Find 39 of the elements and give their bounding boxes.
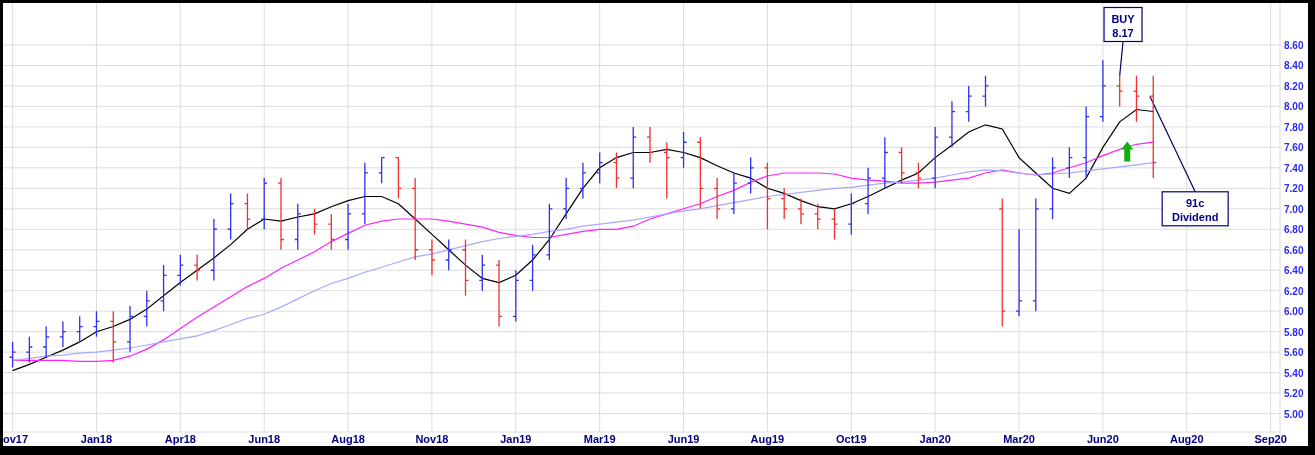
axis-label: Jun20 xyxy=(1087,433,1119,445)
axis-label: 5.60 xyxy=(1284,347,1304,359)
axis-label: Jun18 xyxy=(248,433,281,445)
axis-label: 8.40 xyxy=(1284,60,1304,72)
axis-label: 5.20 xyxy=(1284,388,1304,400)
axis-label: Mar20 xyxy=(1003,433,1035,445)
axis-label: 6.60 xyxy=(1284,244,1304,256)
annotation: BUY 8.17 xyxy=(1111,12,1136,39)
axis-label: Aug20 xyxy=(1169,433,1204,445)
axis-label: 6.80 xyxy=(1284,224,1304,236)
axis-label: Oct19 xyxy=(836,433,867,445)
axis-label: 7.80 xyxy=(1284,121,1304,133)
axis-label: Nov18 xyxy=(415,433,449,445)
axis-label: 6.00 xyxy=(1284,306,1304,318)
axis-label: Jan18 xyxy=(80,433,113,445)
axis-label: 6.40 xyxy=(1284,265,1304,277)
axis-label: 7.20 xyxy=(1284,183,1304,195)
axis-label: ov17 xyxy=(3,433,29,445)
axis-label: 5.80 xyxy=(1284,326,1304,338)
axis-label: 7.60 xyxy=(1284,142,1304,154)
axis-label: 6.20 xyxy=(1284,285,1304,297)
axis-label: 8.20 xyxy=(1284,80,1304,92)
axis-label: Mar19 xyxy=(583,433,616,445)
axis-label: Aug18 xyxy=(331,433,365,445)
callout: BUY 8.17 xyxy=(1103,6,1143,43)
axis-label: 5.40 xyxy=(1284,367,1304,379)
axis-label: Jun19 xyxy=(667,433,700,445)
axis-label: 8.60 xyxy=(1284,40,1304,51)
axis-label: 5.00 xyxy=(1284,408,1304,420)
axis-label: Sep20 xyxy=(1254,433,1287,445)
axis-label: 7.00 xyxy=(1284,203,1304,215)
axis-label: Jan20 xyxy=(919,433,951,445)
axis-label: Jan19 xyxy=(500,433,532,445)
axis-label: 8.00 xyxy=(1284,101,1304,113)
axis-label: 7.40 xyxy=(1284,162,1304,174)
callout: 91c Dividend xyxy=(1161,191,1229,227)
axis-label: Apr18 xyxy=(164,433,196,445)
axis-label: Aug19 xyxy=(750,433,785,445)
annotation: 91c Dividend xyxy=(1171,196,1219,223)
